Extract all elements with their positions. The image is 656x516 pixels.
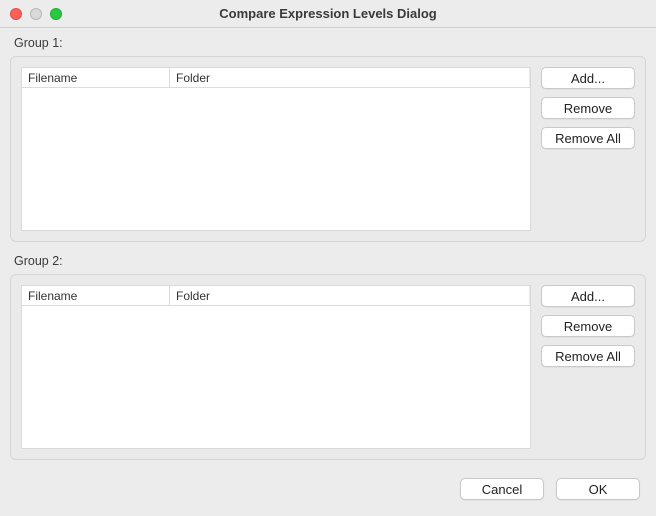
- group2-remove-button[interactable]: Remove: [541, 315, 635, 337]
- zoom-icon[interactable]: [50, 8, 62, 20]
- window-title: Compare Expression Levels Dialog: [0, 6, 656, 21]
- minimize-icon: [30, 8, 42, 20]
- titlebar: Compare Expression Levels Dialog: [0, 0, 656, 28]
- group1-add-button[interactable]: Add...: [541, 67, 635, 89]
- group2-table[interactable]: Filename Folder: [21, 285, 531, 449]
- traffic-lights: [10, 8, 62, 20]
- group1-panel: Filename Folder Add... Remove Remove All: [10, 56, 646, 242]
- group1-col-folder[interactable]: Folder: [170, 68, 530, 87]
- dialog-content: Group 1: Filename Folder Add... Remove R…: [0, 28, 656, 460]
- group1-table[interactable]: Filename Folder: [21, 67, 531, 231]
- group2-col-folder[interactable]: Folder: [170, 286, 530, 305]
- group2-table-body[interactable]: [22, 306, 530, 448]
- group2-panel: Filename Folder Add... Remove Remove All: [10, 274, 646, 460]
- group2-remove-all-button[interactable]: Remove All: [541, 345, 635, 367]
- close-icon[interactable]: [10, 8, 22, 20]
- ok-button[interactable]: OK: [556, 478, 640, 500]
- group1-remove-button[interactable]: Remove: [541, 97, 635, 119]
- group1-label: Group 1:: [14, 36, 646, 50]
- group2-col-filename[interactable]: Filename: [22, 286, 170, 305]
- group2-buttons: Add... Remove Remove All: [541, 285, 635, 449]
- group1-table-body[interactable]: [22, 88, 530, 230]
- group1-remove-all-button[interactable]: Remove All: [541, 127, 635, 149]
- group1-buttons: Add... Remove Remove All: [541, 67, 635, 231]
- group1-col-filename[interactable]: Filename: [22, 68, 170, 87]
- group2-add-button[interactable]: Add...: [541, 285, 635, 307]
- group2-table-header: Filename Folder: [22, 286, 530, 306]
- cancel-button[interactable]: Cancel: [460, 478, 544, 500]
- group2-label: Group 2:: [14, 254, 646, 268]
- group1-table-header: Filename Folder: [22, 68, 530, 88]
- dialog-footer: Cancel OK: [0, 472, 656, 512]
